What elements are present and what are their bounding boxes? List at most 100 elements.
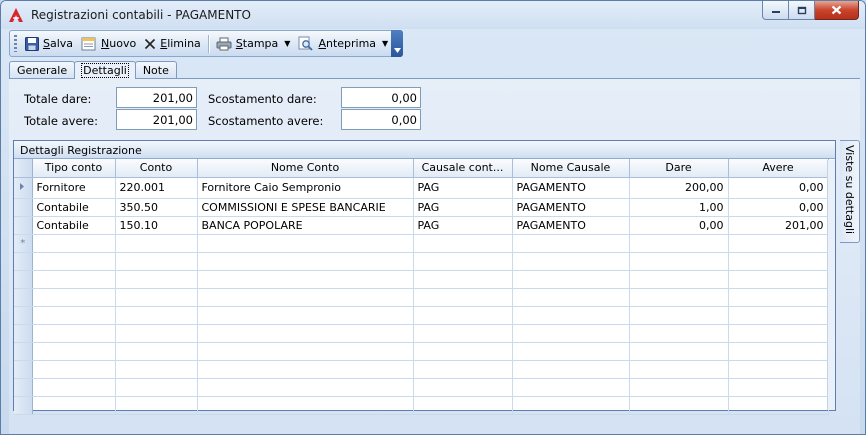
empty-cell[interactable]: [32, 234, 116, 253]
cell-causale[interactable]: PAG: [413, 198, 513, 217]
cell-tipo-conto[interactable]: Contabile: [32, 216, 116, 235]
empty-cell: [413, 324, 513, 343]
new-row[interactable]: *: [14, 234, 829, 253]
table-row[interactable]: Contabile 350.50 COMMISSIONI E SPESE BAN…: [14, 198, 829, 217]
row-indicator[interactable]: [14, 216, 33, 235]
column-header[interactable]: Conto: [115, 159, 198, 178]
new-row-asterisk-icon[interactable]: *: [14, 234, 33, 253]
empty-cell: [197, 252, 414, 271]
cell-conto[interactable]: 150.10: [115, 216, 198, 235]
toolbar-options-button[interactable]: [391, 30, 403, 57]
totale-dare-field[interactable]: 201,00: [116, 87, 197, 108]
empty-cell: [728, 360, 829, 379]
row-indicator: [14, 270, 33, 289]
empty-cell: [413, 252, 513, 271]
empty-cell: [197, 306, 414, 325]
side-tab-viste-dettagli[interactable]: Viste su dettagli: [840, 140, 860, 243]
row-indicator: [14, 360, 33, 379]
column-header[interactable]: Nome Conto: [197, 159, 414, 178]
empty-cell[interactable]: [413, 234, 513, 253]
empty-cell[interactable]: [629, 234, 729, 253]
empty-cell[interactable]: [512, 234, 630, 253]
empty-cell: [728, 378, 829, 397]
app-window: Registrazioni contabili - PAGAMENTO Salv…: [0, 0, 866, 435]
scostamento-dare-field[interactable]: 0,00: [341, 87, 421, 108]
empty-cell: [413, 288, 513, 307]
empty-cell: [413, 396, 513, 415]
cell-nome-conto[interactable]: BANCA POPOLARE: [197, 216, 414, 235]
cell-conto[interactable]: 350.50: [115, 198, 198, 217]
empty-cell: [115, 288, 198, 307]
empty-cell: [197, 378, 414, 397]
empty-cell: [728, 396, 829, 415]
row-indicator[interactable]: [14, 198, 33, 217]
toolbar-grip-icon[interactable]: [14, 35, 17, 52]
empty-cell: [115, 324, 198, 343]
print-dropdown-button[interactable]: Stampa ▼: [212, 33, 295, 54]
current-row-indicator-icon[interactable]: [14, 177, 33, 199]
cell-tipo-conto[interactable]: Fornitore: [32, 177, 116, 199]
title-bar[interactable]: Registrazioni contabili - PAGAMENTO: [1, 1, 865, 29]
window-title: Registrazioni contabili - PAGAMENTO: [31, 8, 251, 22]
column-header[interactable]: Tipo conto: [32, 159, 116, 178]
cell-tipo-conto[interactable]: Contabile: [32, 198, 116, 217]
empty-cell: [32, 342, 116, 361]
cell-avere[interactable]: 201,00: [728, 216, 829, 235]
empty-cell: [728, 342, 829, 361]
toolbar: Salva Nuovo Elimina Stampa ▼ Anteprima ▼: [9, 30, 403, 57]
cell-nome-conto[interactable]: Fornitore Caio Sempronio: [197, 177, 414, 199]
minimize-button[interactable]: [762, 1, 789, 20]
empty-row: [14, 324, 829, 343]
empty-cell[interactable]: [197, 234, 414, 253]
maximize-button[interactable]: [789, 1, 815, 20]
delete-button[interactable]: Elimina: [140, 33, 205, 54]
row-indicator: [14, 288, 33, 307]
details-grid: Tipo conto Conto Nome Conto Causale cont…: [14, 159, 829, 415]
cell-causale[interactable]: PAG: [413, 216, 513, 235]
cell-avere[interactable]: 0,00: [728, 177, 829, 199]
row-indicator: [14, 324, 33, 343]
tab-note[interactable]: Note: [134, 61, 177, 78]
empty-cell: [512, 342, 630, 361]
tab-generale[interactable]: Generale: [9, 61, 76, 78]
new-button[interactable]: Nuovo: [77, 33, 140, 54]
empty-cell[interactable]: [115, 234, 198, 253]
column-header[interactable]: Dare: [629, 159, 729, 178]
cell-causale[interactable]: PAG: [413, 177, 513, 199]
tab-dettagli[interactable]: Dettagli: [74, 61, 136, 79]
table-row[interactable]: Contabile 150.10 BANCA POPOLARE PAG PAGA…: [14, 216, 829, 235]
totale-avere-field[interactable]: 201,00: [116, 109, 197, 130]
empty-cell: [629, 324, 729, 343]
grid-scroll-area[interactable]: [827, 160, 835, 410]
save-button[interactable]: Salva: [21, 33, 77, 54]
cell-nome-causale[interactable]: PAGAMENTO: [512, 177, 630, 199]
cell-dare[interactable]: 200,00: [629, 177, 729, 199]
empty-cell: [197, 360, 414, 379]
scostamento-avere-field[interactable]: 0,00: [341, 109, 421, 130]
empty-cell: [197, 270, 414, 289]
empty-cell[interactable]: [728, 234, 829, 253]
cell-nome-conto[interactable]: COMMISSIONI E SPESE BANCARIE: [197, 198, 414, 217]
column-header[interactable]: Nome Causale: [512, 159, 630, 178]
cell-nome-causale[interactable]: PAGAMENTO: [512, 216, 630, 235]
tab-strip: Generale Dettagli Note: [9, 61, 177, 79]
printer-icon: [216, 37, 232, 50]
cell-conto[interactable]: 220.001: [115, 177, 198, 199]
empty-cell: [413, 378, 513, 397]
column-header[interactable]: Causale cont...: [413, 159, 513, 178]
close-button[interactable]: [815, 1, 859, 20]
cell-dare[interactable]: 0,00: [629, 216, 729, 235]
cell-avere[interactable]: 0,00: [728, 198, 829, 217]
empty-cell: [629, 378, 729, 397]
empty-cell: [32, 324, 116, 343]
preview-dropdown-button[interactable]: Anteprima ▼: [294, 33, 392, 54]
empty-cell: [413, 270, 513, 289]
empty-cell: [32, 378, 116, 397]
empty-row: [14, 396, 829, 415]
empty-cell: [32, 396, 116, 415]
column-header[interactable]: Avere: [728, 159, 829, 178]
cell-dare[interactable]: 1,00: [629, 198, 729, 217]
table-row[interactable]: Fornitore 220.001 Fornitore Caio Sempron…: [14, 177, 829, 199]
cell-nome-causale[interactable]: PAGAMENTO: [512, 198, 630, 217]
empty-cell: [32, 288, 116, 307]
